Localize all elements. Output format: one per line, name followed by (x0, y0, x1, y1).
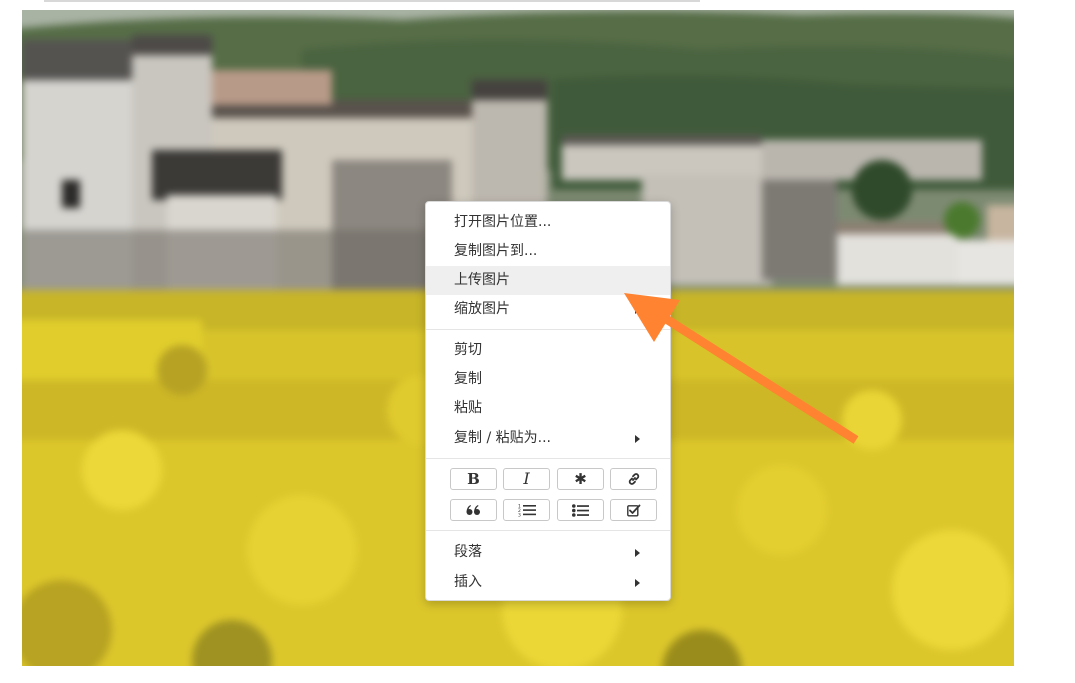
asterisk-button[interactable]: ✱ (557, 468, 604, 490)
menu-item-label: 剪切 (454, 342, 482, 358)
bold-icon: B (467, 469, 480, 488)
menu-item-copy[interactable]: 复制 (426, 365, 670, 394)
link-icon (628, 473, 639, 485)
asterisk-icon: ✱ (574, 469, 587, 488)
menu-item-cut[interactable]: 剪切 (426, 336, 670, 365)
quote-button[interactable] (450, 499, 497, 521)
menu-item-paste[interactable]: 粘贴 (426, 394, 670, 423)
context-menu: 打开图片位置... 复制图片到... 上传图片 缩放图片 剪切 复制 粘贴 复制… (425, 201, 671, 601)
menu-divider (426, 329, 670, 330)
menu-item-label: 插入 (454, 574, 482, 590)
menu-item-copy-paste-as[interactable]: 复制 / 粘贴为... (426, 424, 670, 453)
submenu-arrow-icon (635, 579, 640, 587)
unordered-list-icon (572, 503, 589, 517)
bold-button[interactable]: B (450, 468, 497, 490)
submenu-arrow-icon (635, 435, 640, 443)
menu-item-insert[interactable]: 插入 (426, 568, 670, 597)
svg-text:3: 3 (518, 513, 521, 518)
menu-item-copy-image-to[interactable]: 复制图片到... (426, 237, 670, 266)
menu-item-resize-image[interactable]: 缩放图片 (426, 295, 670, 324)
menu-item-label: 打开图片位置... (454, 214, 552, 230)
checkbox-button[interactable] (610, 499, 657, 521)
link-button[interactable] (610, 468, 657, 490)
menu-item-label: 粘贴 (454, 400, 482, 416)
ordered-list-icon: 1 2 3 (518, 504, 536, 518)
menu-item-label: 缩放图片 (454, 301, 510, 317)
menu-item-label: 复制 (454, 371, 482, 387)
menu-item-label: 上传图片 (454, 272, 510, 288)
menu-item-label: 复制图片到... (454, 243, 538, 259)
italic-icon: I (523, 469, 530, 488)
checkbox-icon (626, 504, 640, 516)
editor-canvas: 打开图片位置... 复制图片到... 上传图片 缩放图片 剪切 复制 粘贴 复制… (0, 0, 1075, 683)
menu-item-label: 复制 / 粘贴为... (454, 430, 551, 446)
menu-item-upload-image[interactable]: 上传图片 (426, 266, 670, 295)
quote-icon (466, 505, 480, 515)
ordered-list-button[interactable]: 1 2 3 (503, 499, 550, 521)
editor-top-border (44, 0, 700, 2)
italic-button[interactable]: I (503, 468, 550, 490)
menu-divider (426, 458, 670, 459)
menu-item-paragraph[interactable]: 段落 (426, 538, 670, 567)
submenu-arrow-icon (635, 549, 640, 557)
menu-item-label: 段落 (454, 544, 482, 560)
menu-item-open-image-location[interactable]: 打开图片位置... (426, 208, 670, 237)
unordered-list-button[interactable] (557, 499, 604, 521)
menu-divider (426, 530, 670, 531)
submenu-arrow-icon (635, 306, 640, 314)
